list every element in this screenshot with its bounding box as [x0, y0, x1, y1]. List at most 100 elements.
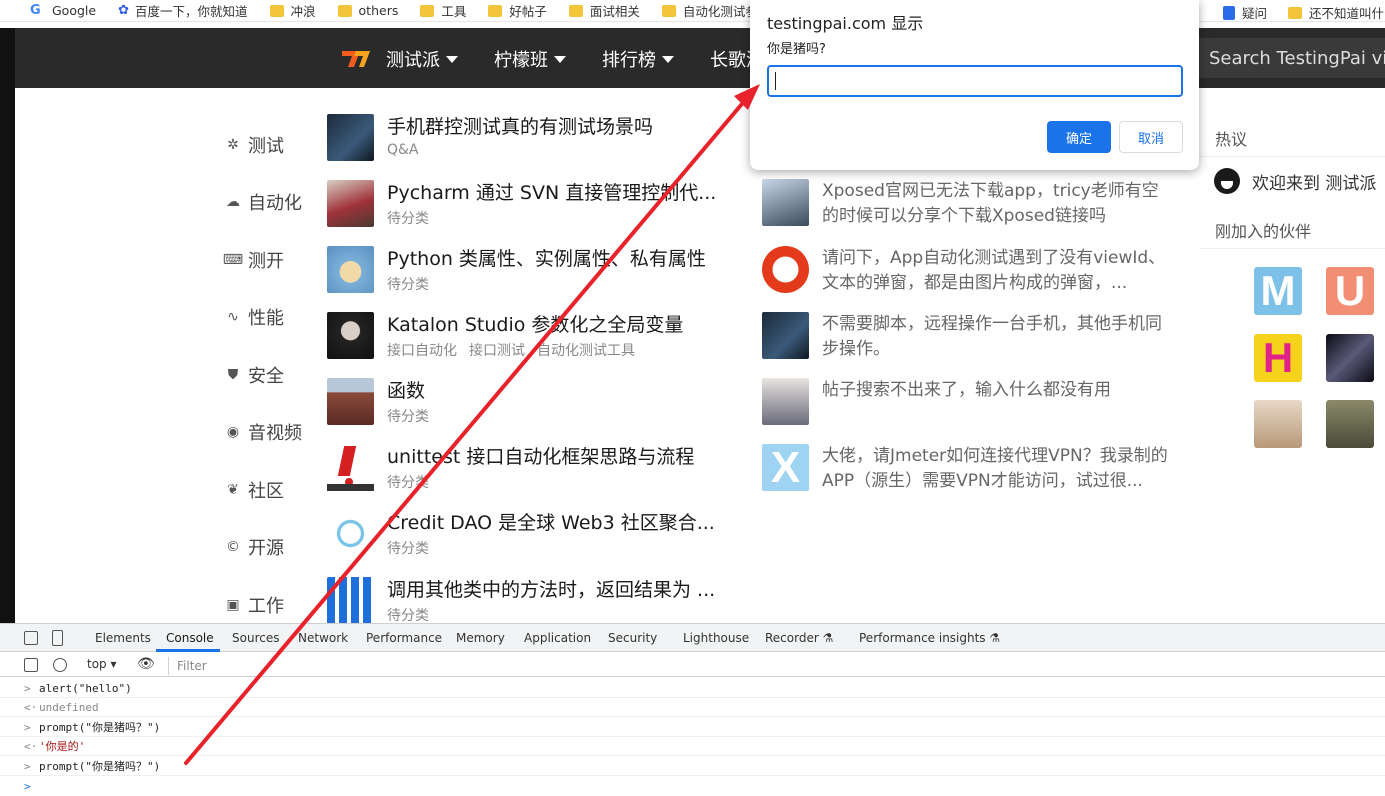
dialog-title: testingpai.com 显示 [767, 14, 924, 33]
site-search-input[interactable]: Search TestingPai via [1199, 38, 1385, 78]
tab-performance[interactable]: Performance [366, 631, 442, 645]
tab-application[interactable]: Application [524, 631, 591, 645]
tab-memory[interactable]: Memory [456, 631, 505, 645]
post-tags: 待分类 [387, 277, 429, 293]
sidebar-toggle-icon[interactable] [24, 658, 38, 672]
hot-post-title[interactable]: 不需要脚本，远程操作一台手机，其他手机同步操作。 [822, 312, 1172, 362]
post-title[interactable]: Python 类属性、实例属性、私有属性 [387, 246, 706, 272]
hot-section-title: 热议 [1215, 130, 1248, 149]
welcome-link[interactable]: 欢迎来到 测试派 [1214, 168, 1376, 194]
shield-icon: ⛊ [227, 367, 239, 383]
hot-post-title[interactable]: 大佬，请Jmeter如何连接代理VPN？我录制的APP（源生）需要VPN才能访问… [822, 444, 1172, 494]
pulse-icon: ∿ [227, 309, 239, 325]
bookmark-folder[interactable]: 冲浪 [269, 1, 316, 20]
category-audio-video[interactable]: ◉ 音视频 [224, 419, 302, 445]
post-title[interactable]: Credit DAO 是全球 Web3 社区聚合... [387, 510, 715, 536]
inspect-element-icon[interactable] [24, 631, 38, 645]
member-avatar[interactable]: M [1254, 267, 1302, 315]
return-arrow-icon: <· [24, 740, 38, 753]
bookmark-folder[interactable]: others [337, 3, 398, 18]
return-arrow-icon: <· [24, 701, 38, 714]
member-avatar[interactable] [1254, 400, 1302, 448]
tab-performance-insights[interactable]: Performance insights ⚗ [859, 631, 1000, 645]
post-item[interactable]: 函数 待分类 [327, 378, 441, 426]
tab-console[interactable]: Console [166, 631, 214, 645]
post-title[interactable]: Katalon Studio 参数化之全局变量 [387, 312, 683, 338]
tab-security[interactable]: Security [608, 631, 657, 645]
member-avatar[interactable] [1326, 334, 1374, 382]
post-thumbnail [762, 246, 809, 293]
category-test-dev[interactable]: ⌨ 测开 [222, 247, 284, 273]
category-work[interactable]: ▣ 工作 [224, 592, 284, 618]
code-icon: ⌨ [222, 252, 244, 268]
nav-item-testingpai[interactable]: 测试派 [386, 46, 458, 72]
category-testing[interactable]: ✲ 测试 [224, 132, 284, 158]
screenshot-root: G Google ✿ 百度一下，你就知道 冲浪 others 工具 好帖子 面试相关… [0, 0, 1385, 796]
post-item[interactable]: unittest 接口自动化框架思路与流程 待分类 [327, 444, 694, 492]
hot-post-title[interactable]: 请问下，App自动化测试遇到了没有viewId、文本的弹窗，都是由图片构成的弹窗… [822, 246, 1172, 296]
console-filter-input[interactable]: Filter [168, 657, 1385, 675]
clear-console-icon[interactable] [53, 658, 67, 672]
ok-button[interactable]: 确定 [1047, 121, 1111, 153]
hot-post-item[interactable]: Xposed官网已无法下载app，tricy老师有空的时候可以分享个下载Xpos… [762, 179, 1172, 229]
category-community[interactable]: ❦ 社区 [224, 477, 284, 503]
post-title[interactable]: 手机群控测试真的有测试场景吗 [387, 114, 653, 140]
bookmark-google[interactable]: G Google [30, 3, 96, 18]
category-automation[interactable]: ☁ 自动化 [224, 189, 302, 215]
testingpai-logo-icon[interactable] [340, 47, 372, 71]
post-title[interactable]: unittest 接口自动化框架思路与流程 [387, 444, 694, 470]
dialog-text-input[interactable] [767, 65, 1183, 97]
device-toolbar-icon[interactable] [52, 630, 63, 646]
tab-sources[interactable]: Sources [232, 631, 279, 645]
post-item[interactable]: Katalon Studio 参数化之全局变量接口自动化 接口测试 自动化测试工具 [327, 312, 683, 360]
console-prompt[interactable]: > [0, 777, 1385, 796]
post-title[interactable]: Pycharm 通过 SVN 直接管理控制代... [387, 180, 716, 206]
post-item[interactable]: 手机群控测试真的有测试场景吗 Q&A [327, 114, 653, 161]
divider [1199, 248, 1385, 249]
bookmark-doc[interactable]: 疑问 [1223, 3, 1267, 21]
post-tags: 待分类 [387, 541, 429, 557]
category-open-source[interactable]: © 开源 [224, 534, 284, 560]
member-avatar[interactable]: H [1254, 334, 1302, 382]
hot-post-item[interactable]: 帖子搜索不出来了，输入什么都没有用 [762, 378, 1172, 425]
bookmark-folder[interactable]: 还不知道叫什么 [1288, 3, 1385, 21]
post-item[interactable]: Python 类属性、实例属性、私有属性待分类 [327, 246, 706, 294]
post-thumbnail [327, 180, 374, 227]
category-performance[interactable]: ∿ 性能 [224, 304, 284, 330]
post-item[interactable]: Pycharm 通过 SVN 直接管理控制代... 待分类 [327, 180, 716, 228]
tab-network[interactable]: Network [298, 631, 348, 645]
folder-icon [1288, 6, 1302, 19]
post-title[interactable]: 调用其他类中的方法时，返回结果为 ... [387, 577, 715, 603]
context-selector[interactable]: top ▾ [87, 657, 117, 671]
tab-lighthouse[interactable]: Lighthouse [683, 631, 749, 645]
devtools-panel: Elements Console Sources Network Perform… [0, 623, 1385, 796]
post-tags: 接口自动化 接口测试 自动化测试工具 [387, 343, 635, 359]
hot-post-title[interactable]: Xposed官网已无法下载app，tricy老师有空的时候可以分享个下载Xpos… [822, 179, 1172, 229]
bookmark-folder[interactable]: 工具 [420, 1, 466, 20]
doc-icon [1223, 5, 1235, 20]
console-line: > prompt("你是猪吗？") [0, 718, 1385, 737]
member-avatar[interactable]: U [1326, 267, 1374, 315]
hot-post-item[interactable]: X 大佬，请Jmeter如何连接代理VPN？我录制的APP（源生）需要VPN才能… [762, 443, 1172, 494]
category-security[interactable]: ⛊ 安全 [224, 362, 284, 388]
hot-post-item[interactable]: 不需要脚本，远程操作一台手机，其他手机同步操作。 [762, 312, 1172, 362]
member-avatar[interactable] [1326, 400, 1374, 448]
tab-elements[interactable]: Elements [95, 631, 151, 645]
cancel-button[interactable]: 取消 [1119, 121, 1183, 153]
post-thumbnail [327, 510, 374, 557]
post-title[interactable]: 函数 [387, 378, 441, 404]
hot-post-item[interactable]: 请问下，App自动化测试遇到了没有viewId、文本的弹窗，都是由图片构成的弹窗… [762, 246, 1172, 296]
nav-item-lemon-class[interactable]: 柠檬班 [494, 46, 566, 72]
post-item[interactable]: 调用其他类中的方法时，返回结果为 ... 待分类 [327, 577, 715, 625]
bookmark-baidu[interactable]: ✿ 百度一下，你就知道 [118, 1, 247, 20]
briefcase-icon: ▣ [226, 597, 240, 613]
bookmark-folder[interactable]: 好帖子 [488, 1, 547, 20]
bookmark-folder[interactable]: 面试相关 [568, 1, 640, 20]
eye-icon[interactable]: 👁 [137, 656, 155, 672]
nav-item-ranking[interactable]: 排行榜 [602, 46, 674, 72]
caret-down-icon [554, 55, 566, 63]
console-line: > prompt("你是猪吗？") [0, 757, 1385, 776]
hot-post-title[interactable]: 帖子搜索不出来了，输入什么都没有用 [822, 378, 1172, 425]
post-item[interactable]: Credit DAO 是全球 Web3 社区聚合... 待分类 [327, 510, 715, 558]
tab-recorder[interactable]: Recorder ⚗ [765, 631, 833, 645]
